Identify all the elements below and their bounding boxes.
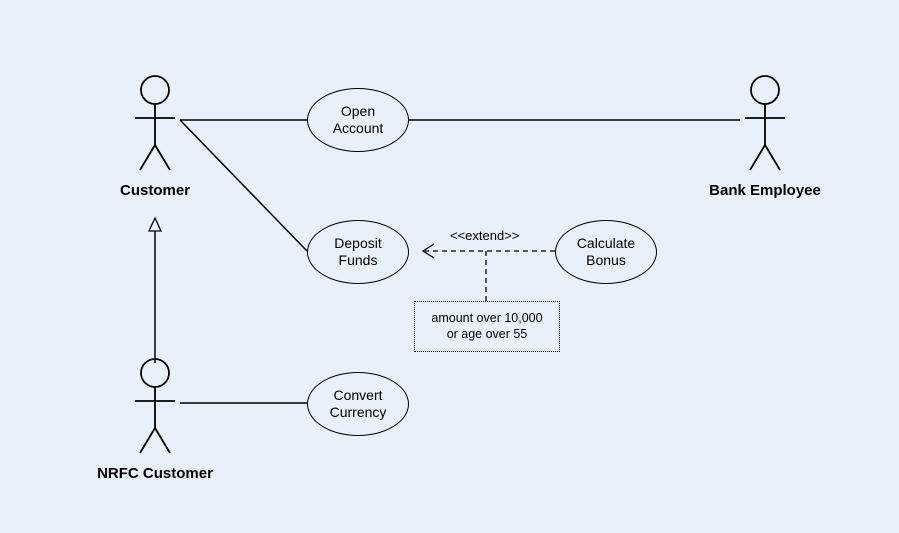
usecase-text: Funds: [339, 252, 378, 268]
condition-note: amount over 10,000 or age over 55: [414, 301, 560, 352]
usecase-open-account: Open Account: [307, 88, 409, 152]
condition-text: amount over 10,000: [431, 311, 542, 325]
label-nrfc-customer: NRFC Customer: [95, 465, 215, 482]
usecase-calculate-bonus: Calculate Bonus: [555, 220, 657, 284]
usecase-text: Bonus: [586, 252, 626, 268]
generalization-arrowhead: [149, 218, 161, 231]
actor-bank-employee: [745, 76, 785, 170]
usecase-text: Account: [333, 120, 384, 136]
usecase-deposit-funds: Deposit Funds: [307, 220, 409, 284]
label-bank-employee: Bank Employee: [705, 182, 825, 199]
usecase-text: Open: [341, 103, 375, 119]
label-customer: Customer: [110, 182, 200, 199]
usecase-convert-currency: Convert Currency: [307, 372, 409, 436]
usecase-text: Currency: [330, 404, 387, 420]
usecase-text: Deposit: [334, 235, 381, 251]
label-extend: <<extend>>: [450, 228, 519, 243]
diagram-canvas: [0, 0, 899, 533]
usecase-text: Convert: [333, 387, 382, 403]
usecase-text: Calculate: [577, 235, 635, 251]
actor-nrfc-customer: [135, 359, 175, 453]
condition-text: or age over 55: [447, 327, 528, 341]
actor-customer: [135, 76, 175, 170]
